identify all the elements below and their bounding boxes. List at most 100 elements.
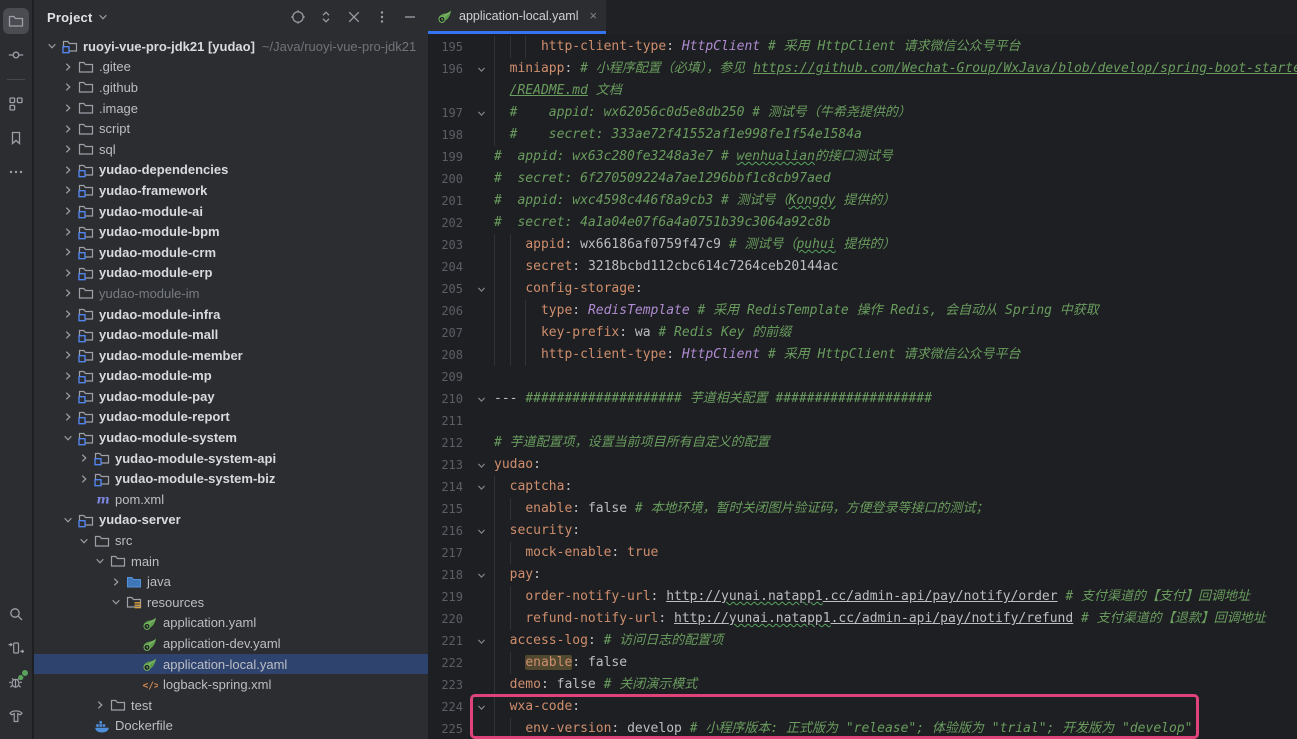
chevron-right-icon[interactable]: [60, 328, 76, 342]
code-line-208[interactable]: 208 http-client-type: HttpClient # 采用 Ht…: [428, 344, 1297, 366]
commit-tool-button[interactable]: [3, 42, 29, 68]
tree-item-.gitee[interactable]: .gitee: [34, 57, 428, 78]
chevron-right-icon[interactable]: [60, 389, 76, 403]
code-line-210[interactable]: 210--- #################### 芋道相关配置 #####…: [428, 388, 1297, 410]
chevron-right-icon[interactable]: [60, 80, 76, 94]
search-tool-button[interactable]: [3, 601, 29, 627]
chevron-down-icon[interactable]: [60, 431, 76, 445]
code-line-217[interactable]: 217 mock-enable: true: [428, 542, 1297, 564]
code-line-216[interactable]: 216 security:: [428, 520, 1297, 542]
fold-icon[interactable]: [468, 278, 494, 300]
chevron-right-icon[interactable]: [60, 348, 76, 362]
chevron-down-icon[interactable]: [108, 595, 124, 609]
chevron-right-icon[interactable]: [60, 183, 76, 197]
code-line-195[interactable]: 195 http-client-type: HttpClient # 采用 Ht…: [428, 36, 1297, 58]
fold-icon[interactable]: [468, 388, 494, 410]
code-line-225[interactable]: 225 env-version: develop # 小程序版本: 正式版为 "…: [428, 718, 1297, 739]
tree-item-yudao-module-mall[interactable]: yudao-module-mall: [34, 324, 428, 345]
tree-item-yudao-module-system[interactable]: yudao-module-system: [34, 427, 428, 448]
chevron-right-icon[interactable]: [60, 60, 76, 74]
chevron-down-icon[interactable]: [60, 513, 76, 527]
code-line-221[interactable]: 221 access-log: # 访问日志的配置项: [428, 630, 1297, 652]
code-line-204[interactable]: 204 secret: 3218bcbd112cbc614c7264ceb201…: [428, 256, 1297, 278]
tree-item-application.yaml[interactable]: application.yaml: [34, 613, 428, 634]
tree-item-yudao-module-crm[interactable]: yudao-module-crm: [34, 242, 428, 263]
code-line-215[interactable]: 215 enable: false # 本地环境，暂时关闭图片验证码，方便登录等…: [428, 498, 1297, 520]
options-button[interactable]: [374, 9, 390, 25]
select-opened-file-button[interactable]: [290, 9, 306, 25]
chevron-down-icon[interactable]: [44, 39, 60, 53]
chevron-right-icon[interactable]: [60, 307, 76, 321]
tree-item-ruoyi-vue-pro-jdk21-yudao-[interactable]: ruoyi-vue-pro-jdk21 [yudao]~/Java/ruoyi-…: [34, 36, 428, 57]
chevron-right-icon[interactable]: [76, 451, 92, 465]
tree-item-yudao-module-system-api[interactable]: yudao-module-system-api: [34, 448, 428, 469]
tree-item-yudao-module-mp[interactable]: yudao-module-mp: [34, 366, 428, 387]
tree-item-java[interactable]: java: [34, 571, 428, 592]
services-tool-button[interactable]: [3, 635, 29, 661]
fold-icon[interactable]: [468, 630, 494, 652]
tree-item-.github[interactable]: .github: [34, 77, 428, 98]
tree-item-logback-spring.xml[interactable]: </>logback-spring.xml: [34, 674, 428, 695]
code-line-200[interactable]: 200# secret: 6f270509224a7ae1296bbf1c8cb…: [428, 168, 1297, 190]
tree-item-src[interactable]: src: [34, 530, 428, 551]
build-tool-button[interactable]: [3, 703, 29, 729]
code-line-206[interactable]: 206 type: RedisTemplate # 采用 RedisTempla…: [428, 300, 1297, 322]
fold-icon[interactable]: [468, 476, 494, 498]
chevron-right-icon[interactable]: [60, 410, 76, 424]
chevron-right-icon[interactable]: [60, 266, 76, 280]
code-line-205[interactable]: 205 config-storage:: [428, 278, 1297, 300]
project-panel-title[interactable]: Project: [47, 10, 92, 25]
debug-tool-button[interactable]: [3, 669, 29, 695]
code-line-224[interactable]: 224 wxa-code:: [428, 696, 1297, 718]
tab-application-local.yaml[interactable]: application-local.yaml×: [428, 0, 606, 34]
hide-panel-button[interactable]: [402, 9, 418, 25]
code-line-218[interactable]: 218 pay:: [428, 564, 1297, 586]
tree-item-main[interactable]: main: [34, 551, 428, 572]
tree-item-test[interactable]: test: [34, 695, 428, 716]
chevron-right-icon[interactable]: [60, 101, 76, 115]
chevron-right-icon[interactable]: [76, 472, 92, 486]
code-line-207[interactable]: 207 key-prefix: wa # Redis Key 的前缀: [428, 322, 1297, 344]
tree-item-yudao-dependencies[interactable]: yudao-dependencies: [34, 160, 428, 181]
code-line-220[interactable]: 220 refund-notify-url: http://yunai.nata…: [428, 608, 1297, 630]
tree-item-yudao-server[interactable]: yudao-server: [34, 510, 428, 531]
chevron-right-icon[interactable]: [60, 225, 76, 239]
expand-collapse-button[interactable]: [318, 9, 334, 25]
fold-icon[interactable]: [468, 102, 494, 124]
more-tool-windows-tool-button[interactable]: [3, 159, 29, 185]
fold-icon[interactable]: [468, 58, 494, 80]
chevron-right-icon[interactable]: [60, 163, 76, 177]
tree-item-yudao-module-erp[interactable]: yudao-module-erp: [34, 263, 428, 284]
code-line-213[interactable]: 213yudao:: [428, 454, 1297, 476]
tree-item-script[interactable]: script: [34, 118, 428, 139]
code-line-198[interactable]: 198 # secret: 333ae72f41552af1e998fe1f54…: [428, 124, 1297, 146]
tree-item-yudao-module-report[interactable]: yudao-module-report: [34, 407, 428, 428]
tree-item-yudao-module-bpm[interactable]: yudao-module-bpm: [34, 221, 428, 242]
code-line-219[interactable]: 219 order-notify-url: http://yunai.natap…: [428, 586, 1297, 608]
chevron-down-icon[interactable]: [96, 10, 110, 24]
chevron-right-icon[interactable]: [92, 698, 108, 712]
chevron-right-icon[interactable]: [60, 286, 76, 300]
tree-item-.image[interactable]: .image: [34, 98, 428, 119]
tree-item-application-local.yaml[interactable]: application-local.yaml: [34, 654, 428, 675]
code-line-wrap[interactable]: /README.md 文档: [428, 80, 1297, 102]
editor-code[interactable]: 195 http-client-type: HttpClient # 采用 Ht…: [428, 34, 1297, 739]
chevron-down-icon[interactable]: [76, 534, 92, 548]
fold-icon[interactable]: [468, 696, 494, 718]
fold-icon[interactable]: [468, 520, 494, 542]
tree-item-dockerfile[interactable]: Dockerfile: [34, 716, 428, 737]
code-line-209[interactable]: 209: [428, 366, 1297, 388]
chevron-right-icon[interactable]: [60, 204, 76, 218]
tree-item-yudao-module-ai[interactable]: yudao-module-ai: [34, 201, 428, 222]
tree-item-resources[interactable]: resources: [34, 592, 428, 613]
code-line-223[interactable]: 223 demo: false # 关闭演示模式: [428, 674, 1297, 696]
fold-icon[interactable]: [468, 454, 494, 476]
tree-item-yudao-module-im[interactable]: yudao-module-im: [34, 283, 428, 304]
chevron-right-icon[interactable]: [60, 369, 76, 383]
tree-item-sql[interactable]: sql: [34, 139, 428, 160]
code-line-202[interactable]: 202# secret: 4a1a04e07f6a4a0751b39c3064a…: [428, 212, 1297, 234]
fold-icon[interactable]: [468, 564, 494, 586]
tree-item-yudao-module-system-biz[interactable]: yudao-module-system-biz: [34, 468, 428, 489]
bookmarks-tool-button[interactable]: [3, 125, 29, 151]
code-line-201[interactable]: 201# appid: wxc4598c446f8a9cb3 # 测试号（Kon…: [428, 190, 1297, 212]
